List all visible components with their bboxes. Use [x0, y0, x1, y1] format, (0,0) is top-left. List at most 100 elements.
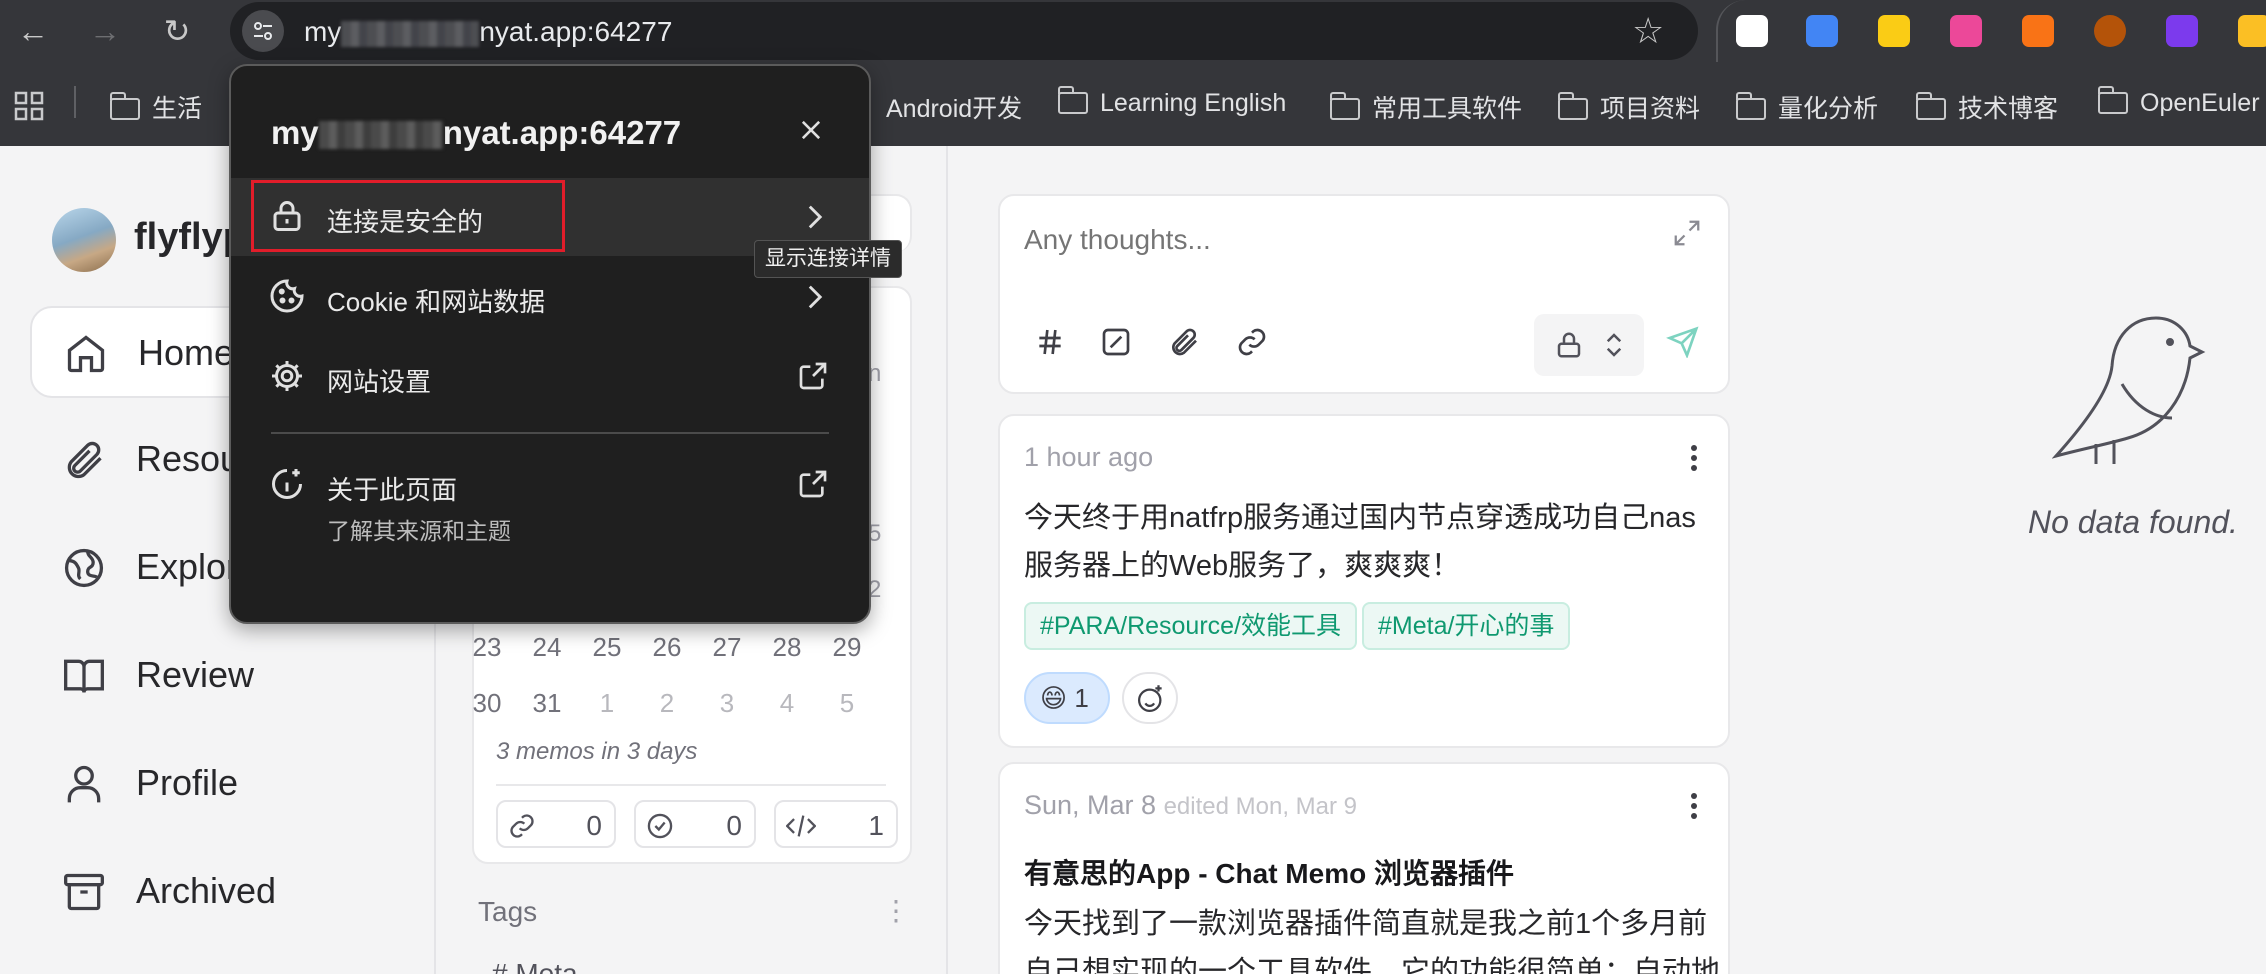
close-icon[interactable]	[797, 116, 825, 144]
site-settings-row[interactable]: 网站设置	[231, 338, 869, 416]
expand-icon[interactable]	[1672, 218, 1702, 248]
empty-state-text: No data found.	[2028, 504, 2238, 540]
more-vertical-icon[interactable]	[1690, 444, 1698, 472]
calendar-day[interactable]: 24	[524, 632, 570, 672]
puzzle-extension-icon[interactable]	[2166, 15, 2198, 47]
hashtag-icon[interactable]	[1034, 326, 1066, 358]
memo-content-line: 自己想实现的一个工具软件，它的功能很简单：自动地	[1024, 956, 1721, 974]
tags-more-icon[interactable]: ⋮	[882, 894, 910, 927]
screenshot-extension-icon[interactable]	[2022, 15, 2054, 47]
memo-content-line: 服务器上的Web服务了，爽爽爽！	[1024, 550, 1461, 582]
bookmark-folder[interactable]: 项目资料	[1557, 89, 1700, 125]
sidebar-item-profile[interactable]: Profile	[30, 738, 420, 830]
memo-title: 有意思的App - Chat Memo 浏览器插件	[1024, 858, 1514, 889]
visibility-select[interactable]	[1534, 314, 1644, 376]
calendar-day[interactable]: 26	[644, 632, 690, 672]
smile-plus-icon	[1138, 685, 1162, 712]
info-sparkle-icon	[272, 469, 302, 499]
back-arrow-icon[interactable]: ←	[12, 10, 54, 52]
avatar	[52, 208, 116, 272]
cookie-icon	[270, 279, 304, 313]
folder-icon	[1735, 92, 1766, 120]
external-link-icon	[799, 362, 827, 390]
site-info-button[interactable]	[242, 10, 284, 52]
code-stat[interactable]: 1	[774, 800, 898, 848]
calendar-day[interactable]: 3	[704, 688, 750, 728]
sticky-notes-icon[interactable]	[1878, 15, 1910, 47]
address-bar[interactable]: my nyat.app:64277 ☆	[230, 2, 1698, 60]
send-icon[interactable]	[1666, 326, 1700, 358]
tune-icon	[254, 22, 272, 40]
bookmark-folder[interactable]: 技术博客	[1915, 89, 2058, 125]
highlight-box	[251, 180, 565, 252]
calendar-week: 30 31 1 2 3 4 5	[464, 688, 870, 728]
attachment-icon[interactable]	[1168, 326, 1200, 358]
tag-chip[interactable]: #PARA/Resource/效能工具	[1024, 602, 1358, 650]
bookmark-folder[interactable]: 常用工具软件	[1329, 89, 1522, 125]
calendar-day[interactable]: 23	[464, 632, 510, 672]
tag-item[interactable]: # Meta	[492, 958, 578, 974]
memo-card: 1 hour ago 今天终于用natfrp服务通过国内节点穿透成功自己nas …	[998, 414, 1730, 748]
divider	[496, 784, 886, 786]
folder-icon	[1915, 92, 1946, 120]
bookmark-folder[interactable]: Learning English	[1057, 86, 1286, 118]
link-icon[interactable]	[1236, 326, 1268, 358]
folder-icon	[1557, 92, 1588, 120]
reaction-badge[interactable]: 😄 1	[1024, 672, 1110, 724]
chevron-right-icon	[808, 205, 823, 229]
translate-extension-icon[interactable]	[1950, 15, 1982, 47]
chevron-up-down-icon	[1606, 333, 1622, 357]
external-link-icon	[799, 470, 827, 498]
links-stat[interactable]: 0	[496, 800, 616, 848]
add-reaction-button[interactable]	[1122, 672, 1178, 724]
bookmark-star-icon[interactable]: ☆	[1632, 12, 1664, 50]
bookmark-folder[interactable]: 生活	[109, 89, 202, 125]
checkbox-icon[interactable]	[1100, 326, 1132, 358]
bookmark-folder[interactable]: Android开发	[886, 89, 1022, 125]
calendar-day[interactable]: 2	[644, 688, 690, 728]
folder-icon	[1057, 86, 1088, 114]
check-circle-icon	[647, 813, 673, 839]
extension-partial-icon[interactable]	[2238, 15, 2266, 47]
url-text[interactable]: my nyat.app:64277	[304, 16, 672, 48]
memo-time[interactable]: 1 hour ago	[1024, 442, 1153, 473]
cookie-extension-icon[interactable]	[2094, 15, 2126, 47]
calendar-day[interactable]: 1	[584, 688, 630, 728]
calendar-day[interactable]: 5	[824, 688, 870, 728]
home-icon	[67, 335, 105, 373]
calendar-day[interactable]: 4	[764, 688, 810, 728]
popup-host: my nyat.app:64277	[271, 114, 682, 151]
calendar-week: 23 24 25 26 27 28 29	[464, 632, 870, 672]
chevron-right-icon	[808, 285, 823, 309]
bookmark-folder[interactable]: OpenEuler	[2097, 86, 2260, 118]
gear-icon	[272, 361, 302, 391]
sidebar-item-review[interactable]: Review	[30, 630, 420, 722]
divider	[271, 432, 829, 434]
globe-icon	[64, 548, 104, 588]
archive-icon	[64, 873, 104, 911]
calendar-day[interactable]: 29	[824, 632, 870, 672]
tag-chip[interactable]: #Meta/开心的事	[1362, 602, 1571, 650]
site-info-popup: my nyat.app:64277 连接是安全的 Cookie 和网站数据 网站设…	[229, 64, 871, 624]
sidebar-item-archived[interactable]: Archived	[30, 846, 420, 938]
apps-grid-icon[interactable]	[14, 91, 44, 121]
tooltip: 显示连接详情	[754, 240, 902, 278]
bookmark-folder[interactable]: 量化分析	[1735, 89, 1878, 125]
google-translate-icon[interactable]	[1806, 15, 1838, 47]
browser-toolbar: ← → ↻ my nyat.app:64277 ☆	[0, 0, 2266, 62]
memo-time[interactable]: Sun, Mar 8 edited Mon, Mar 9	[1024, 790, 1357, 821]
reload-icon[interactable]: ↻	[156, 10, 198, 52]
memo-input[interactable]	[1024, 224, 1584, 256]
calendar-day[interactable]: 27	[704, 632, 750, 672]
more-vertical-icon[interactable]	[1690, 792, 1698, 820]
redacted-blur	[341, 20, 480, 47]
calendar-day[interactable]: 28	[764, 632, 810, 672]
todos-stat[interactable]: 0	[634, 800, 756, 848]
calendar-day[interactable]: 30	[464, 688, 510, 728]
forward-arrow-icon[interactable]: →	[84, 10, 126, 52]
feishu-extension-icon[interactable]	[1736, 15, 1768, 47]
calendar-day[interactable]: 31	[524, 688, 570, 728]
memo-content-line: 今天终于用natfrp服务通过国内节点穿透成功自己nas	[1024, 502, 1696, 534]
calendar-day[interactable]: 25	[584, 632, 630, 672]
memo-count: 3 memos in 3 days	[496, 738, 698, 765]
